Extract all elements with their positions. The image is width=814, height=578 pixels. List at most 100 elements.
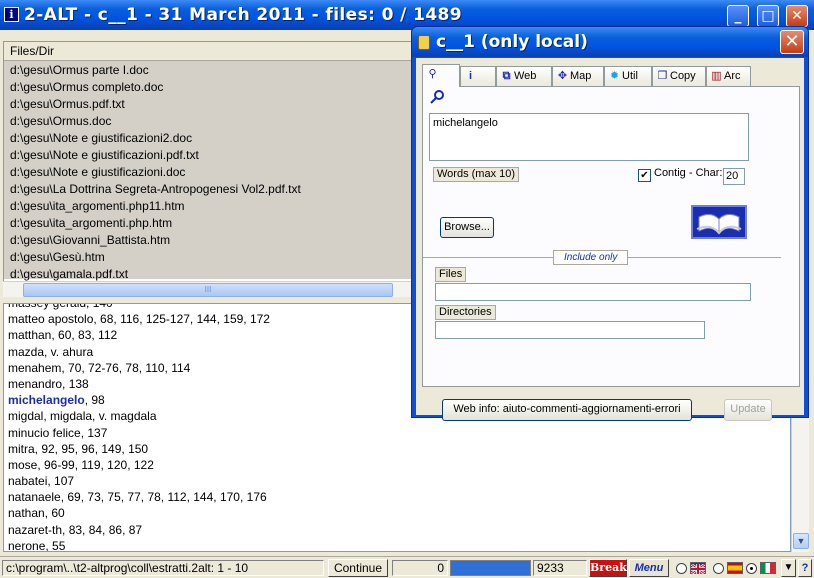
file-list-row[interactable]: d:\gesu\Ormus parte I.doc — [4, 62, 418, 79]
minimize-button[interactable]: _ — [727, 5, 749, 27]
uk-flag-icon[interactable] — [690, 562, 706, 576]
italy-flag-icon[interactable] — [760, 562, 776, 574]
hscroll-thumb[interactable]: III — [23, 283, 393, 297]
index-row-text: natanaele, 69, 73, 75, 77, 78, 112, 144,… — [8, 490, 267, 505]
file-list-row[interactable]: d:\gesu\Ormus.doc — [4, 113, 418, 130]
words-label: Words (max 10) — [433, 167, 520, 182]
progress-bar — [450, 560, 531, 576]
dialog-tabs: ⚲ i ⧉ Web ✥ Map ✹ Util ❐ Copy ▥ Arc — [422, 64, 800, 87]
down-arrow-button[interactable]: ▼ — [781, 559, 796, 577]
file-list-row[interactable]: d:\gesu\Note e giustificazioni.doc — [4, 164, 418, 181]
tab-info[interactable]: i — [460, 66, 496, 86]
update-button[interactable]: Update — [724, 399, 772, 421]
files-label: Files — [435, 267, 467, 282]
map-icon: ✥ — [557, 70, 568, 82]
index-row-text: minucio felice, 137 — [8, 425, 108, 440]
dialog-close-button[interactable]: ✕ — [780, 30, 804, 54]
file-list-row[interactable]: d:\gesu\Giovanni_Battista.htm — [4, 232, 418, 249]
index-row-pages: , 98 — [84, 393, 105, 408]
continue-button[interactable]: Continue — [328, 559, 388, 577]
tab-panel-search: michelangelo Words (max 10) ✔ Contig - C… — [422, 86, 800, 387]
file-list-hscrollbar[interactable]: III — [3, 281, 419, 297]
index-row-text: mitra, 92, 95, 96, 149, 150 — [8, 441, 149, 456]
file-list-row[interactable]: d:\gesu\Note e giustificazioni2.doc — [4, 130, 418, 147]
util-icon: ✹ — [609, 70, 620, 82]
index-row-highlight: michelangelo — [8, 393, 85, 408]
count-left: 0 — [392, 560, 448, 576]
status-bar: c:\program\..\t2-altprog\coll\estratti.2… — [0, 556, 814, 578]
network-icon: ⧉ — [502, 70, 511, 82]
files-filter-input[interactable] — [435, 283, 751, 301]
menu-button[interactable]: Menu — [629, 559, 669, 577]
copy-icon: ❐ — [657, 70, 668, 82]
break-button[interactable]: Break — [589, 559, 627, 577]
dialog-title: c__1 (only local) — [436, 32, 588, 52]
help-button[interactable]: ? — [798, 559, 812, 577]
browse-button[interactable]: Browse... — [440, 217, 494, 238]
book-search-button[interactable] — [691, 205, 747, 239]
lang-radio-2[interactable] — [713, 563, 724, 574]
web-info-button[interactable]: Web info: aiuto-commenti-aggiornamenti-e… — [442, 399, 692, 421]
tab-search[interactable]: ⚲ — [422, 64, 460, 87]
tab-copy[interactable]: ❐ Copy — [652, 66, 706, 86]
index-row[interactable]: minucio felice, 137 — [4, 425, 790, 441]
tab-label: Util — [622, 70, 638, 82]
index-row[interactable]: nerone, 55 — [4, 538, 790, 552]
dialog-titlebar: c__1 (only local) ✕ — [412, 27, 808, 57]
file-list-row[interactable]: d:\gesu\ita_argomenti.php.htm — [4, 215, 418, 232]
tab-util[interactable]: ✹ Util — [604, 66, 652, 86]
dialog-doc-icon — [418, 35, 430, 50]
tab-map[interactable]: ✥ Map — [552, 66, 604, 86]
index-row-text: matthan, 60, 83, 112 — [8, 328, 118, 343]
index-row-text: nabatei, 107 — [8, 474, 75, 489]
spain-flag-icon[interactable] — [727, 562, 743, 574]
scroll-down-arrow-icon[interactable]: ▼ — [793, 533, 809, 549]
index-row[interactable]: natanaele, 69, 73, 75, 77, 78, 112, 144,… — [4, 489, 790, 505]
char-input[interactable]: 20 — [723, 168, 745, 185]
file-list-header[interactable]: Files/Dir — [4, 42, 418, 61]
search-small-icon — [430, 90, 444, 104]
file-list-row[interactable]: d:\gesu\Gesù.htm — [4, 249, 418, 266]
index-row-text: migdal, migdala, v. magdala — [8, 409, 157, 424]
index-row-text: nazaret-th, 83, 84, 86, 87 — [8, 522, 143, 537]
tab-label: Arc — [724, 70, 741, 82]
index-row-text: nathan, 60 — [8, 506, 65, 521]
index-row-text: menandro, 138 — [8, 376, 89, 391]
archive-icon: ▥ — [711, 70, 722, 82]
count-right: 9233 — [533, 560, 587, 576]
status-path: c:\program\..\t2-altprog\coll\estratti.2… — [2, 560, 324, 576]
index-row[interactable]: mose, 96-99, 119, 120, 122 — [4, 457, 790, 473]
open-book-icon — [696, 213, 742, 235]
file-list-row[interactable]: d:\gesu\Ormus.pdf.txt — [4, 96, 418, 113]
index-row-text: menahem, 70, 72-76, 78, 110, 114 — [8, 360, 191, 375]
lang-radio-3[interactable] — [746, 563, 757, 574]
lang-radio-1[interactable] — [676, 563, 687, 574]
dialog-body: ⚲ i ⧉ Web ✥ Map ✹ Util ❐ Copy ▥ Arc michelangelo Wo… — [416, 58, 804, 421]
file-list-row[interactable]: d:\gesu\Note e giustificazioni.pdf.txt — [4, 147, 418, 164]
tab-arc[interactable]: ▥ Arc — [706, 66, 751, 86]
file-list-row[interactable]: d:\gesu\La Dottrina Segreta-Antropogenes… — [4, 181, 418, 198]
index-row[interactable]: nabatei, 107 — [4, 473, 790, 489]
window-title: 2-ALT - c__1 - 31 March 2011 - files: 0 … — [24, 5, 463, 25]
tab-web[interactable]: ⧉ Web — [496, 66, 552, 86]
index-row-text: mose, 96-99, 119, 120, 122 — [8, 457, 154, 472]
info-icon: i — [468, 70, 473, 82]
index-row-text: nerone, 55 — [8, 538, 66, 552]
contig-label: Contig - Char: — [654, 167, 723, 179]
index-row-text: matteo apostolo, 68, 116, 125-127, 144, … — [8, 312, 270, 327]
file-list[interactable]: Files/Dir d:\gesu\Ormus parte I.doc d:\ge… — [3, 41, 419, 297]
index-row[interactable]: mitra, 92, 95, 96, 149, 150 — [4, 441, 790, 457]
index-row[interactable]: nathan, 60 — [4, 505, 790, 521]
directories-filter-input[interactable] — [435, 321, 705, 339]
close-button[interactable]: ✕ — [786, 5, 808, 27]
file-list-row[interactable]: d:\gesu\ita_argomenti.php11.htm — [4, 198, 418, 215]
maximize-button[interactable]: □ — [757, 5, 779, 27]
file-list-row[interactable]: d:\gesu\Ormus completo.doc — [4, 79, 418, 96]
search-icon: ⚲ — [428, 68, 437, 80]
index-row[interactable]: nazaret-th, 83, 84, 86, 87 — [4, 522, 790, 538]
index-row-text: massey gerald, 140 — [8, 303, 113, 310]
include-only-label: Include only — [553, 250, 629, 265]
search-text-area[interactable]: michelangelo — [429, 113, 749, 161]
tab-label: Copy — [670, 70, 696, 82]
app-info-icon[interactable]: i — [4, 7, 19, 22]
